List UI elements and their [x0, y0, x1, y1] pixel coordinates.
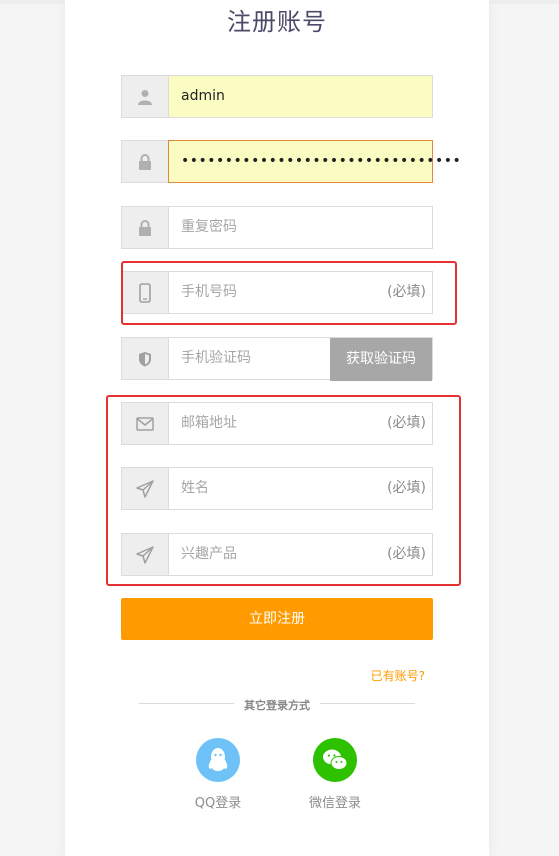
other-login-heading: 其它登录方式 — [65, 697, 489, 713]
other-login-label: 其它登录方式 — [234, 699, 320, 712]
user-icon — [121, 75, 168, 118]
repeat-password-placeholder: 重复密码 — [181, 219, 237, 235]
username-value: admin — [181, 88, 225, 104]
sms-code-placeholder: 手机验证码 — [181, 350, 251, 366]
register-button[interactable]: 立即注册 — [121, 598, 433, 640]
sms-code-input[interactable]: 手机验证码 获取验证码 — [168, 337, 433, 381]
wechat-icon[interactable] — [313, 738, 357, 782]
wechat-login-label: 微信登录 — [308, 796, 361, 811]
lock-icon — [121, 140, 168, 183]
password-row: •••••••••••••••••••••••••••••••• — [121, 140, 461, 183]
highlight-box-phone — [121, 261, 457, 325]
shield-icon — [121, 337, 168, 380]
password-value: •••••••••••••••••••••••••••••••• — [181, 153, 462, 169]
qq-login-label: QQ登录 — [194, 796, 242, 811]
qq-login[interactable]: QQ登录 — [183, 738, 253, 811]
repeat-password-row: 重复密码 — [121, 206, 433, 249]
lock-icon — [121, 206, 168, 249]
page-title: 注册账号 — [227, 8, 327, 36]
repeat-password-input[interactable]: 重复密码 — [168, 206, 433, 249]
highlight-box-required-fields — [106, 395, 461, 586]
have-account-link[interactable]: 已有账号? — [371, 667, 425, 684]
wechat-login[interactable]: 微信登录 — [300, 738, 370, 811]
username-input[interactable]: admin — [168, 75, 433, 118]
sms-code-row: 手机验证码 获取验证码 — [121, 337, 433, 381]
username-row: admin — [121, 75, 433, 118]
password-input[interactable]: •••••••••••••••••••••••••••••••• — [168, 140, 461, 183]
qq-icon[interactable] — [196, 738, 240, 782]
get-code-button[interactable]: 获取验证码 — [330, 338, 432, 381]
